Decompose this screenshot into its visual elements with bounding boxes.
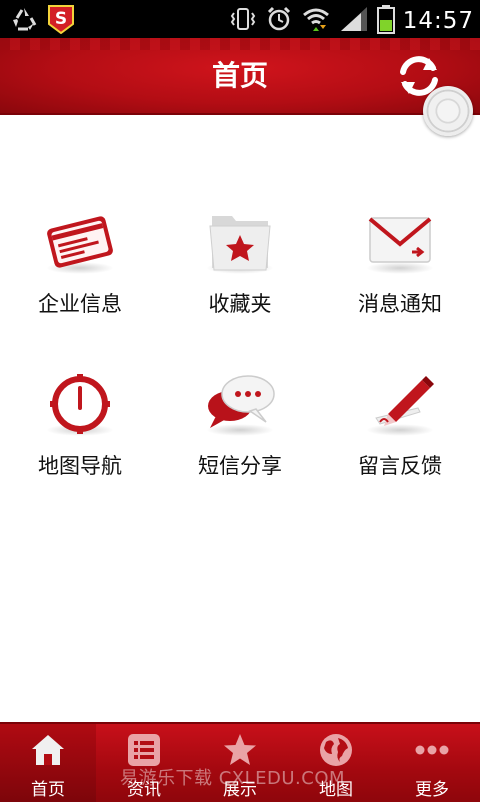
battery-icon xyxy=(376,4,395,38)
pen-feedback-icon xyxy=(375,376,434,426)
tab-label: 更多 xyxy=(415,780,449,800)
business-card-icon xyxy=(47,216,113,268)
grid-item-label: 企业信息 xyxy=(38,292,122,316)
grid-item-company-info[interactable]: 企业信息 xyxy=(0,190,160,340)
grid-item-label: 留言反馈 xyxy=(358,454,442,478)
envelope-icon xyxy=(368,217,432,263)
grid-item-label: 收藏夹 xyxy=(208,292,272,316)
bottom-tab-bar: 首页 资讯 展示 地图 更多 xyxy=(0,722,480,802)
news-list-icon xyxy=(128,734,160,766)
floating-assistive-button[interactable] xyxy=(423,86,473,136)
status-time: 14:57 xyxy=(402,8,474,34)
s-app-icon: S xyxy=(46,4,76,38)
star-icon xyxy=(224,734,256,765)
watermark-text: 易游乐下载 CXLEDU.COM xyxy=(120,768,346,789)
globe-icon xyxy=(320,734,352,766)
tab-news[interactable]: 资讯 xyxy=(96,724,192,802)
recycle-icon xyxy=(10,5,38,37)
tab-home[interactable]: 首页 xyxy=(0,724,96,802)
grid-item-feedback[interactable]: 留言反馈 xyxy=(320,352,480,502)
grid-item-label: 消息通知 xyxy=(358,292,442,316)
title-bar: 首页 xyxy=(0,38,480,115)
wifi-icon xyxy=(301,5,331,37)
tab-showcase[interactable]: 展示 xyxy=(192,724,288,802)
grid-item-map-navigation[interactable]: 地图导航 xyxy=(0,352,160,502)
grid-item-favorites[interactable]: 收藏夹 xyxy=(160,190,320,340)
compass-icon xyxy=(50,374,110,434)
tab-label: 首页 xyxy=(31,780,65,800)
tab-more[interactable]: 更多 xyxy=(384,724,480,802)
alarm-icon xyxy=(265,5,293,37)
grid-item-notifications[interactable]: 消息通知 xyxy=(320,190,480,340)
grid-item-sms-share[interactable]: 短信分享 xyxy=(160,352,320,502)
chat-bubbles-icon xyxy=(208,375,275,428)
grid-item-label: 地图导航 xyxy=(38,454,122,478)
tab-map[interactable]: 地图 xyxy=(288,724,384,802)
svg-text:S: S xyxy=(55,9,67,29)
status-bar: S 14:57 xyxy=(0,0,480,38)
grid-item-label: 短信分享 xyxy=(198,454,282,478)
signal-icon xyxy=(339,5,369,37)
vibrate-icon xyxy=(229,5,257,37)
more-dots-icon xyxy=(415,745,449,755)
favorites-folder-icon xyxy=(209,216,271,271)
home-icon xyxy=(32,735,64,765)
